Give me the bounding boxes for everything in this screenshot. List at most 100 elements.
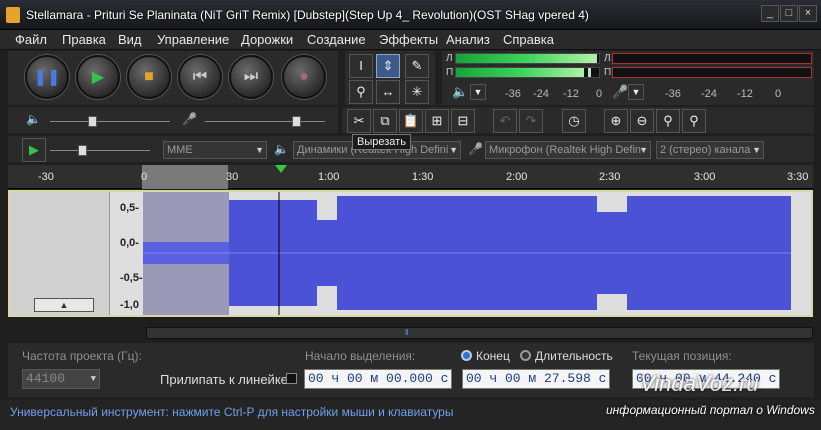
length-label: Длительность [535,349,613,363]
rec-meter-right-label: П [604,67,612,78]
maximize-button[interactable]: □ [780,5,798,22]
zoom-tool-icon[interactable]: ⚲ [349,80,373,104]
ruler-selection [142,165,228,189]
project-rate-value: 44100 [26,371,66,386]
project-rate-select[interactable]: 44100 ▼ [22,369,100,389]
amplitude-label: 0,5- [120,202,139,214]
end-radio[interactable] [461,350,472,361]
copy-button[interactable]: ⧉ [373,109,397,133]
channels-select[interactable]: 2 (стерео) канала ▼ [656,141,764,159]
recording-device-value: Микрофон (Realtek High Defin [489,144,642,156]
timeshift-tool-icon[interactable]: ↔ [376,80,400,104]
timeline-ruler[interactable]: -30 0 30 1:00 1:30 2:00 2:30 3:00 3:30 [8,165,813,189]
record-meter-left [612,53,812,64]
play-speed-slider[interactable] [50,150,150,151]
input-volume-slider[interactable] [205,121,325,122]
draw-tool-icon[interactable]: ✎ [405,54,429,78]
microphone-icon[interactable]: 🎤 [612,84,628,100]
play-icon: ▶ [91,69,105,86]
playback-meter-menu-button[interactable]: ▼ [470,84,486,100]
menu-effects[interactable]: Эффекты [379,32,438,47]
length-radio[interactable] [520,350,531,361]
playback-device-icon: 🔈 [274,142,289,156]
sync-lock-icon[interactable]: ◷ [562,109,586,133]
menu-generate[interactable]: Создание [307,32,366,47]
audio-host-select[interactable]: MME ▼ [163,141,267,159]
output-volume-slider[interactable] [50,121,170,122]
menu-view[interactable]: Вид [118,32,142,47]
close-button[interactable]: × [799,5,817,22]
title-bar: Stellamara - Prituri Se Planinata (NiT G… [0,0,821,30]
menu-edit[interactable]: Правка [62,32,106,47]
menu-control[interactable]: Управление [157,32,229,47]
skip-end-button[interactable]: ⏭ [229,55,273,99]
selection-end-field[interactable]: 00 ч 00 м 27.598 с [462,369,610,389]
input-volume-thumb[interactable] [292,116,301,127]
chevron-down-icon: ▼ [752,145,761,155]
play-button[interactable]: ▶ [76,55,120,99]
multi-tool-icon[interactable]: ✳ [405,80,429,104]
db-tick: -36 [505,88,521,100]
db-tick: -36 [665,88,681,100]
pause-button[interactable]: ❚❚ [25,55,69,99]
snap-to-checkbox[interactable] [286,373,297,384]
meter-right-label: П [446,67,454,78]
chevron-down-icon: ▼ [449,145,458,155]
scroll-thumb[interactable]: ‖ [405,329,415,337]
envelope-tool-icon[interactable]: ⇕ [376,54,400,78]
meter-left-label: Л [446,53,453,64]
cut-button[interactable]: ✂ [347,109,371,133]
menu-help[interactable]: Справка [503,32,554,47]
skip-start-button[interactable]: ⏮ [178,55,222,99]
menu-tracks[interactable]: Дорожки [241,32,293,47]
channels-value: 2 (стерео) канала [660,144,751,156]
play-position-marker[interactable] [275,165,287,173]
recording-device-select[interactable]: Микрофон (Realtek High Defin ▼ [485,141,651,159]
ruler-tick: 2:00 [506,171,528,183]
pause-icon: ❚❚ [33,69,61,86]
db-tick: -24 [533,88,549,100]
playback-meter-left [455,53,600,64]
paste-button[interactable]: 📋 [399,109,423,133]
chevron-down-icon: ▼ [255,145,264,155]
ruler-tick: 1:00 [318,171,340,183]
minimize-button[interactable]: _ [761,5,779,22]
collapse-track-button[interactable]: ▲ [34,298,94,312]
audio-host-value: MME [167,144,193,156]
waveform[interactable] [143,192,791,315]
output-volume-thumb[interactable] [88,116,97,127]
playback-meter-right [455,67,600,78]
status-text: Универсальный инструмент: нажмите Ctrl-P… [10,405,454,419]
redo-button[interactable]: ↷ [519,109,543,133]
track-control-panel[interactable]: ▲ [10,192,110,315]
ruler-tick: 1:30 [412,171,434,183]
play-at-speed-icon[interactable]: ▶ [22,138,46,162]
play-speed-thumb[interactable] [78,145,87,156]
select-tool-icon[interactable]: I [349,54,373,78]
stop-button[interactable]: ■ [127,55,171,99]
menu-analyze[interactable]: Анализ [446,32,490,47]
horizontal-scrollbar[interactable]: ‖ [146,327,813,339]
fit-project-icon[interactable]: ⚲ [682,109,706,133]
zoom-in-icon[interactable]: ⊕ [604,109,628,133]
trim-button[interactable]: ⊞ [425,109,449,133]
position-label: Текущая позиция: [632,349,732,363]
record-meter-menu-button[interactable]: ▼ [628,84,644,100]
end-label: Конец [476,349,510,363]
speaker-icon[interactable]: 🔈 [452,84,468,100]
record-icon: ● [299,68,309,85]
watermark-title: VindaVoz.ru [640,371,759,396]
menu-file[interactable]: Файл [15,32,47,47]
fit-selection-icon[interactable]: ⚲ [656,109,680,133]
selection-start-field[interactable]: 00 ч 00 м 00.000 с [304,369,452,389]
record-button[interactable]: ● [282,55,326,99]
zoom-out-icon[interactable]: ⊖ [630,109,654,133]
db-tick: -24 [701,88,717,100]
amplitude-label: -0,5- [120,272,143,284]
watermark-subtitle: информационный портал о Windows [606,403,815,417]
track-panel[interactable]: ▲ 0,5- 0,0- -0,5- -1,0 [8,190,813,317]
amplitude-label: 0,0- [120,237,139,249]
ruler-tick: 2:30 [599,171,621,183]
silence-button[interactable]: ⊟ [451,109,475,133]
undo-button[interactable]: ↶ [493,109,517,133]
